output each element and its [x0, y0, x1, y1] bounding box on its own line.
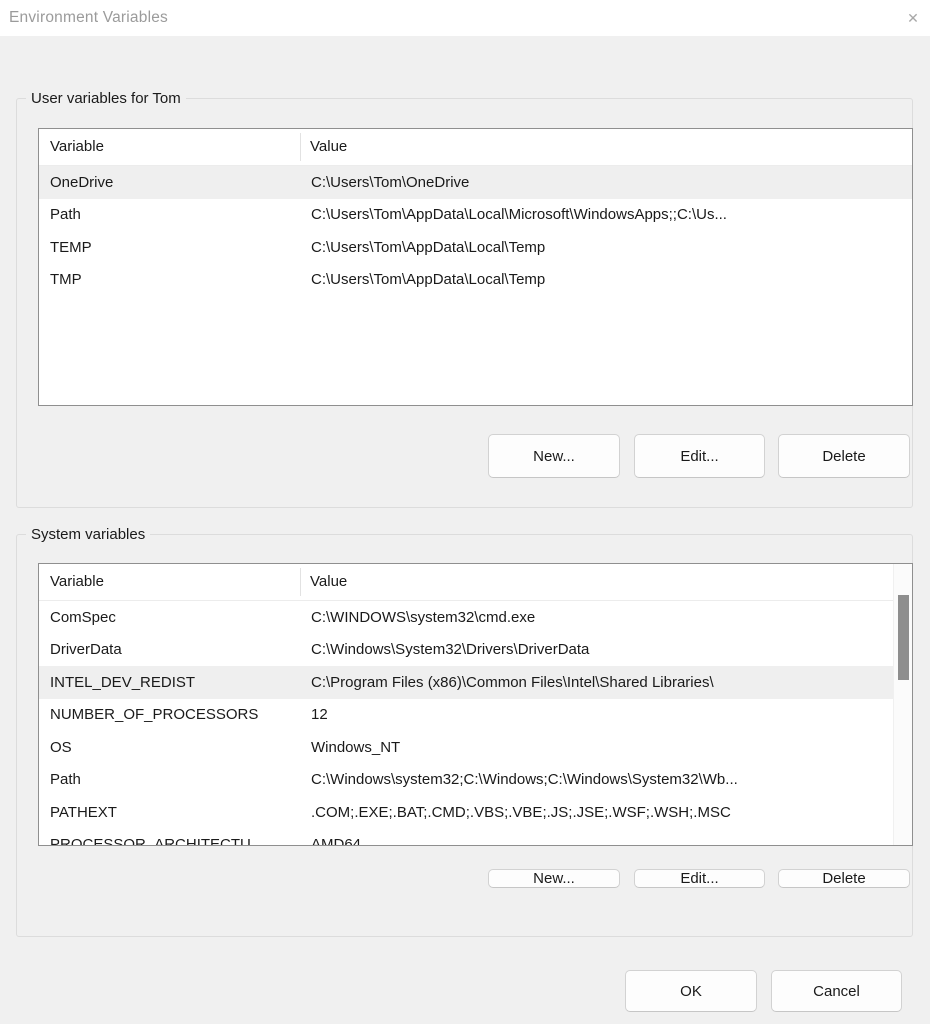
user-edit-button[interactable]: Edit... — [634, 434, 765, 478]
value-cell: Windows_NT — [302, 739, 912, 756]
scrollbar-thumb[interactable] — [898, 595, 909, 680]
value-cell: C:\Program Files (x86)\Common Files\Inte… — [302, 674, 912, 691]
close-button[interactable]: ✕ — [896, 0, 930, 36]
value-cell: C:\Users\Tom\AppData\Local\Microsoft\Win… — [302, 206, 912, 223]
user-variables-table[interactable]: Variable Value OneDrive C:\Users\Tom\One… — [38, 128, 913, 406]
user-variables-label: User variables for Tom — [26, 88, 186, 109]
table-row[interactable]: TMP C:\Users\Tom\AppData\Local\Temp — [39, 264, 912, 297]
value-cell: AMD64 — [302, 836, 912, 846]
table-header: Variable Value — [39, 129, 912, 166]
table-row[interactable]: Path C:\Windows\system32;C:\Windows;C:\W… — [39, 764, 912, 797]
close-icon: ✕ — [907, 10, 919, 26]
table-row[interactable]: PATHEXT .COM;.EXE;.BAT;.CMD;.VBS;.VBE;.J… — [39, 796, 912, 829]
user-new-button[interactable]: New... — [488, 434, 620, 478]
user-delete-button[interactable]: Delete — [778, 434, 910, 478]
variable-cell: TMP — [39, 271, 302, 288]
table-row[interactable]: DriverData C:\Windows\System32\Drivers\D… — [39, 634, 912, 667]
table-header: Variable Value — [39, 564, 912, 601]
column-header-value: Value — [310, 138, 347, 155]
variable-cell: Path — [39, 206, 302, 223]
variable-cell: TEMP — [39, 239, 302, 256]
variable-cell: DriverData — [39, 641, 302, 658]
variable-cell: Path — [39, 771, 302, 788]
window-title: Environment Variables — [9, 0, 168, 36]
value-cell: C:\Windows\System32\Drivers\DriverData — [302, 641, 912, 658]
value-cell: C:\WINDOWS\system32\cmd.exe — [302, 609, 912, 626]
user-variables-groupbox: User variables for Tom Variable Value On… — [16, 98, 913, 508]
ok-button[interactable]: OK — [625, 970, 757, 1012]
table-row[interactable]: Path C:\Users\Tom\AppData\Local\Microsof… — [39, 199, 912, 232]
system-variables-groupbox: System variables Variable Value ComSpec … — [16, 534, 913, 937]
variable-cell: OS — [39, 739, 302, 756]
titlebar: Environment Variables ✕ — [0, 0, 930, 36]
table-row[interactable]: TEMP C:\Users\Tom\AppData\Local\Temp — [39, 231, 912, 264]
system-new-button[interactable]: New... — [488, 869, 620, 888]
system-variables-table[interactable]: Variable Value ComSpec C:\WINDOWS\system… — [38, 563, 913, 846]
table-row[interactable]: OS Windows_NT — [39, 731, 912, 764]
system-variables-label: System variables — [26, 524, 150, 545]
variable-cell: OneDrive — [39, 174, 302, 191]
column-header-value: Value — [310, 573, 347, 590]
vertical-scrollbar[interactable] — [893, 564, 912, 845]
environment-variables-dialog: { "window": { "title": "Environment Vari… — [0, 0, 930, 1024]
value-cell: C:\Users\Tom\AppData\Local\Temp — [302, 271, 912, 288]
system-delete-button[interactable]: Delete — [778, 869, 910, 888]
system-edit-button[interactable]: Edit... — [634, 869, 765, 888]
value-cell: C:\Users\Tom\AppData\Local\Temp — [302, 239, 912, 256]
cancel-button[interactable]: Cancel — [771, 970, 902, 1012]
table-row[interactable]: INTEL_DEV_REDIST C:\Program Files (x86)\… — [39, 666, 912, 699]
variable-cell: ComSpec — [39, 609, 302, 626]
value-cell: C:\Users\Tom\OneDrive — [302, 174, 912, 191]
variable-cell: PROCESSOR_ARCHITECTU... — [39, 836, 302, 846]
table-row[interactable]: NUMBER_OF_PROCESSORS 12 — [39, 699, 912, 732]
variable-cell: INTEL_DEV_REDIST — [39, 674, 302, 691]
table-row[interactable]: PROCESSOR_ARCHITECTU... AMD64 — [39, 829, 912, 847]
column-header-variable: Variable — [50, 573, 104, 590]
column-header-variable: Variable — [50, 138, 104, 155]
value-cell: 12 — [302, 706, 912, 723]
variable-cell: PATHEXT — [39, 804, 302, 821]
value-cell: C:\Windows\system32;C:\Windows;C:\Window… — [302, 771, 912, 788]
table-row[interactable]: OneDrive C:\Users\Tom\OneDrive — [39, 166, 912, 199]
table-row[interactable]: ComSpec C:\WINDOWS\system32\cmd.exe — [39, 601, 912, 634]
variable-cell: NUMBER_OF_PROCESSORS — [39, 706, 302, 723]
value-cell: .COM;.EXE;.BAT;.CMD;.VBS;.VBE;.JS;.JSE;.… — [302, 804, 912, 821]
